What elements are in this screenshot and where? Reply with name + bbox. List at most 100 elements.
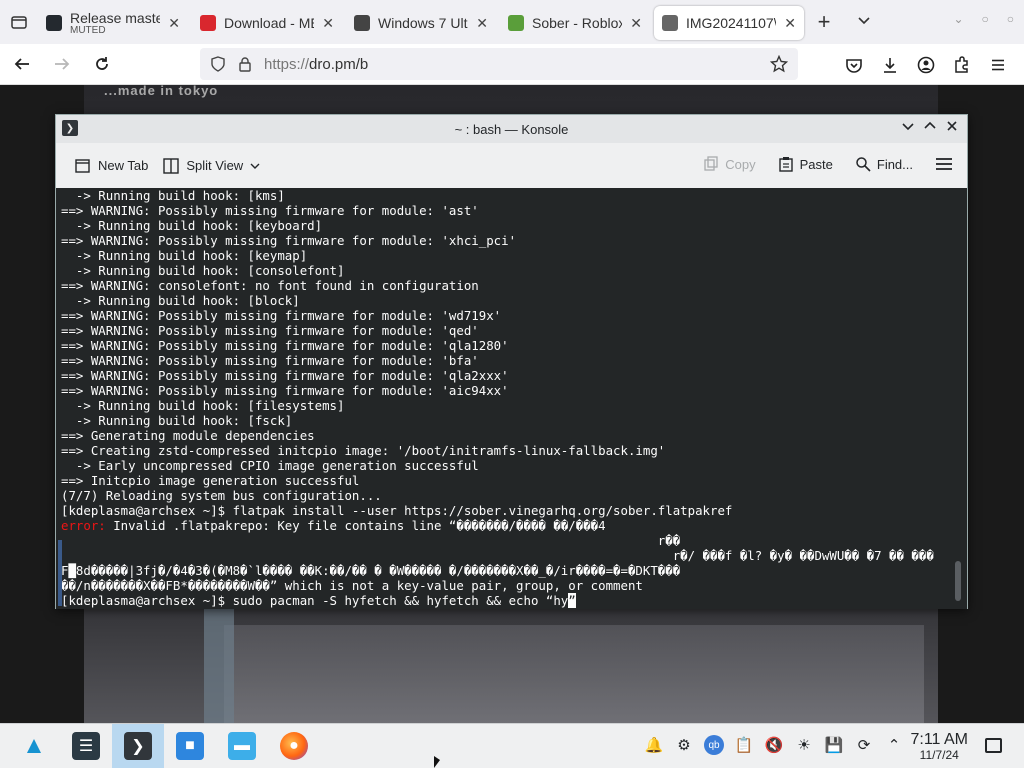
url-text[interactable]: https://dro.pm/b bbox=[264, 56, 758, 73]
new-tab-button[interactable]: New Tab bbox=[70, 153, 152, 179]
terminal-line: r�/ ���f �l? �y� ��DwWU�� �7 �� ��� bbox=[61, 548, 967, 563]
updates-icon[interactable]: ⟳ bbox=[854, 734, 874, 756]
konsole-app-icon[interactable]: ❯ bbox=[62, 120, 78, 136]
extensions-button[interactable] bbox=[944, 47, 980, 83]
tab-strip: Release master MUTED ✕ Download - ME ✕ Window… bbox=[38, 4, 804, 40]
terminal-line: ��/n�������X��FB*��������W��” which is n… bbox=[61, 578, 967, 593]
close-tab-icon[interactable]: ✕ bbox=[476, 15, 488, 32]
terminal-line-text: [kdeplasma@archsex ~]$ flatpak install -… bbox=[61, 503, 733, 518]
terminal-line-text: -> Early uncompressed CPIO image generat… bbox=[61, 458, 479, 473]
terminal-line-text: ==> WARNING: Possibly missing firmware f… bbox=[61, 353, 479, 368]
maximize-icon[interactable]: ○ bbox=[982, 12, 989, 26]
pocket-icon bbox=[846, 59, 862, 73]
tab-title-text: Release master bbox=[70, 10, 161, 26]
show-desktop-button[interactable] bbox=[985, 738, 1002, 753]
image-icon bbox=[662, 15, 678, 31]
browser-tab[interactable]: Sober - Roblox ✕ bbox=[500, 6, 650, 40]
browser-tab-bar: Release master MUTED ✕ Download - ME ✕ Window… bbox=[0, 0, 1024, 44]
copy-button[interactable]: Copy bbox=[699, 152, 759, 176]
new-tab-button[interactable]: + bbox=[804, 9, 844, 35]
taskbar-discover[interactable]: ■ bbox=[164, 724, 216, 768]
downloads-button[interactable] bbox=[872, 47, 908, 83]
clipboard-icon[interactable]: 📋 bbox=[734, 734, 754, 756]
puzzle-icon bbox=[955, 56, 968, 73]
arrow-right-icon bbox=[55, 58, 70, 70]
pocket-button[interactable] bbox=[836, 47, 872, 83]
save-icon[interactable]: 💾 bbox=[824, 734, 844, 756]
network-icon[interactable]: ⚙ bbox=[674, 734, 694, 756]
split-view-label: Split View bbox=[186, 158, 244, 173]
reload-button[interactable] bbox=[84, 46, 120, 82]
terminal-scrollbar[interactable] bbox=[955, 561, 961, 601]
hamburger-icon bbox=[936, 158, 952, 170]
close-icon[interactable]: ○ bbox=[1007, 12, 1014, 26]
taskbar-app-launcher-arch[interactable]: ▲ bbox=[8, 724, 60, 768]
browser-tab[interactable]: Download - ME ✕ bbox=[192, 6, 342, 40]
terminal-line: ==> WARNING: Possibly missing firmware f… bbox=[61, 368, 967, 383]
tab-overview-button[interactable] bbox=[0, 0, 38, 44]
close-tab-icon[interactable]: ✕ bbox=[322, 15, 334, 32]
list-all-tabs-button[interactable] bbox=[844, 13, 884, 32]
new-tab-label: New Tab bbox=[98, 158, 149, 173]
konsole-titlebar[interactable]: ❯ ~ : bash — Konsole bbox=[56, 115, 967, 143]
browser-tab[interactable]: Release master MUTED ✕ bbox=[38, 6, 188, 40]
browser-tab[interactable]: IMG20241107\ ✕ bbox=[654, 6, 804, 40]
konsole-window[interactable]: ❯ ~ : bash — Konsole New Tab Split View bbox=[55, 114, 968, 609]
back-button[interactable] bbox=[4, 46, 40, 82]
terminal-line-text: ==> WARNING: Possibly missing firmware f… bbox=[61, 383, 509, 398]
account-button[interactable] bbox=[908, 47, 944, 83]
address-bar[interactable]: https://dro.pm/b bbox=[200, 48, 798, 80]
lock-icon[interactable] bbox=[238, 56, 252, 72]
terminal-line: -> Running build hook: [filesystems] bbox=[61, 398, 967, 413]
chevron-up-icon[interactable]: ⌃ bbox=[884, 734, 904, 756]
paste-button[interactable]: Paste bbox=[774, 152, 837, 176]
forward-button[interactable] bbox=[44, 46, 80, 82]
taskbar-dolphin-files[interactable]: ▬ bbox=[216, 724, 268, 768]
taskbar-system-settings[interactable]: ☰ bbox=[60, 724, 112, 768]
copy-label: Copy bbox=[725, 156, 756, 172]
terminal-line-text: Invalid .flatpakrepo: Key file contains … bbox=[105, 518, 606, 533]
terminal-line-text: -> Running build hook: [keyboard] bbox=[61, 218, 323, 233]
terminal-line-text: ==> WARNING: Possibly missing firmware f… bbox=[61, 233, 517, 248]
volume-muted-icon[interactable]: 🔇 bbox=[764, 734, 784, 756]
brightness-icon[interactable]: ☀ bbox=[794, 734, 814, 756]
terminal-line: ==> WARNING: Possibly missing firmware f… bbox=[61, 233, 967, 248]
terminal-line: -> Running build hook: [keymap] bbox=[61, 248, 967, 263]
photo-caption: ...made in tokyo bbox=[104, 85, 219, 98]
konsole-icon: ❯ bbox=[124, 732, 152, 760]
tab-title-text: Windows 7 Ulti bbox=[378, 15, 469, 31]
star-icon[interactable] bbox=[770, 55, 788, 73]
terminal-output[interactable]: -> Running build hook: [kms] ==> WARNING:… bbox=[56, 188, 967, 609]
menu-button[interactable] bbox=[980, 47, 1016, 83]
taskbar-konsole[interactable]: ❯ bbox=[112, 723, 164, 768]
toolbar-right bbox=[836, 47, 1016, 83]
terminal-line: ==> WARNING: Possibly missing firmware f… bbox=[61, 308, 967, 323]
digital-clock[interactable]: 7:11 AM 11/7/24 bbox=[910, 731, 968, 762]
browser-tab[interactable]: Windows 7 Ulti ✕ bbox=[346, 6, 496, 40]
qbittorrent-icon[interactable]: qb bbox=[704, 735, 724, 755]
notifications-icon[interactable]: 🔔 bbox=[644, 734, 664, 756]
close-tab-icon[interactable]: ✕ bbox=[168, 15, 180, 32]
split-view-button[interactable]: Split View bbox=[158, 153, 265, 179]
tab-muted-label: MUTED bbox=[70, 24, 106, 36]
new-tab-icon bbox=[75, 158, 90, 173]
arrow-left-icon bbox=[14, 58, 29, 70]
terminal-line-text: ==> WARNING: consolefont: no font found … bbox=[61, 278, 479, 293]
paste-label: Paste bbox=[799, 156, 833, 172]
maximize-button[interactable] bbox=[923, 119, 937, 136]
terminal-scroll-marker bbox=[58, 540, 62, 606]
hamburger-menu-button[interactable] bbox=[931, 151, 957, 177]
chevron-down-icon[interactable]: ⌄ bbox=[953, 12, 963, 26]
close-tab-icon[interactable]: ✕ bbox=[784, 15, 796, 32]
find-button[interactable]: Find... bbox=[851, 152, 917, 176]
account-icon bbox=[917, 56, 935, 74]
taskbar-firefox[interactable]: ● bbox=[268, 724, 320, 768]
shield-icon bbox=[211, 56, 225, 72]
terminal-line-text: ==> WARNING: Possibly missing firmware f… bbox=[61, 323, 479, 338]
close-button[interactable] bbox=[945, 119, 959, 136]
close-tab-icon[interactable]: ✕ bbox=[630, 15, 642, 32]
toolbar-right-group: Copy Paste Find... bbox=[699, 151, 957, 177]
minimize-button[interactable] bbox=[901, 119, 915, 136]
terminal-line: [kdeplasma@archsex ~]$ sudo pacman -S hy… bbox=[61, 593, 967, 608]
terminal-line: error: Invalid .flatpakrepo: Key file co… bbox=[61, 518, 967, 533]
